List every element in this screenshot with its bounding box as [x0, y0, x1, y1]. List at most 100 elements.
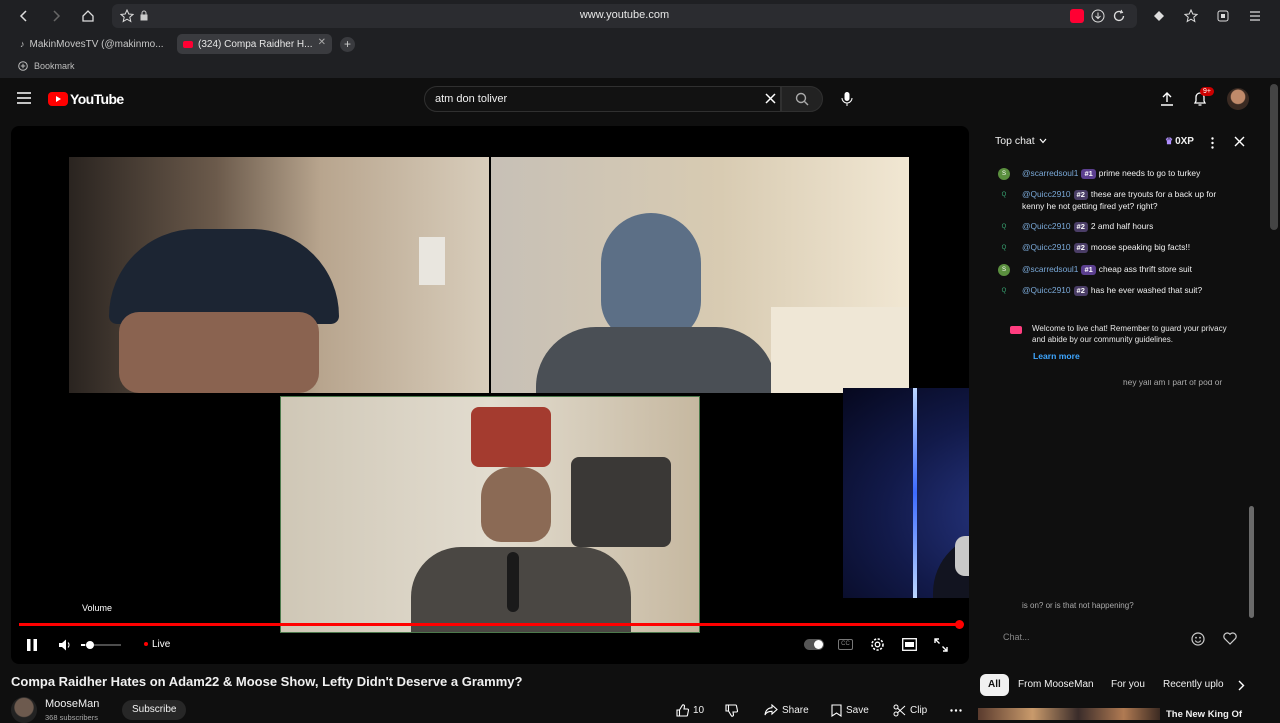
subscribe-button[interactable]: Subscribe	[122, 700, 187, 720]
page-scrollbar[interactable]	[1270, 84, 1278, 230]
tiktok-icon: ♪	[20, 39, 25, 49]
chip-from-channel[interactable]: From MooseMan	[1010, 674, 1102, 696]
xp-indicator[interactable]: ♛ 0XP	[1165, 136, 1194, 147]
search-input[interactable]: atm don toliver	[424, 86, 781, 112]
live-label[interactable]: Live	[152, 639, 170, 650]
download-icon[interactable]	[1091, 9, 1105, 23]
youtube-extension-icon[interactable]	[1070, 9, 1084, 23]
tab-compa-raidher[interactable]: (324) Compa Raidher H... ✕	[177, 34, 332, 54]
chat-input[interactable]: Chat...	[994, 625, 1194, 649]
create-upload-icon[interactable]	[1160, 91, 1174, 107]
chat-text: has he ever washed that suit?	[1090, 285, 1203, 295]
webcam-overlay	[843, 388, 969, 598]
crown-icon: ♛	[1165, 136, 1174, 146]
avatar[interactable]	[1227, 88, 1249, 110]
like-count: 10	[693, 704, 705, 716]
chat-text: moose speaking big facts!!	[1090, 242, 1191, 252]
rank-badge: #2	[1073, 222, 1088, 232]
add-bookmark-icon[interactable]	[18, 61, 28, 71]
tab-label: MakinMovesTV (@makinmo...	[29, 38, 164, 50]
save-label: Save	[846, 704, 869, 716]
chat-avatar: S	[998, 264, 1010, 276]
chat-author[interactable]: @Quicc2910	[1022, 242, 1071, 252]
recommended-thumbnail[interactable]	[978, 708, 1160, 720]
address-bar[interactable]: www.youtube.com	[112, 4, 1137, 28]
chevron-right-icon[interactable]	[1237, 680, 1245, 691]
bookmark-label[interactable]: Bookmark	[34, 61, 75, 71]
search-button[interactable]	[781, 86, 823, 112]
menu-icon[interactable]	[1248, 9, 1262, 23]
share-button[interactable]: Share	[764, 700, 809, 720]
youtube-badge-icon	[1010, 326, 1022, 334]
chat-avatar: Q	[1001, 224, 1007, 230]
back-icon[interactable]	[14, 6, 34, 26]
dislike-button[interactable]	[725, 700, 738, 720]
chat-message[interactable]: S @scarredsoul1 #1 cheap ass thrift store …	[998, 263, 1238, 276]
chat-author[interactable]: @scarredsoul1	[1022, 264, 1078, 274]
autoplay-toggle[interactable]	[804, 639, 824, 650]
clear-search-icon[interactable]	[765, 93, 776, 104]
url-text: www.youtube.com	[579, 9, 670, 21]
home-icon[interactable]	[78, 6, 98, 26]
chip-recently-uploaded[interactable]: Recently uplo	[1155, 674, 1227, 696]
like-button[interactable]: 10	[676, 700, 704, 720]
heart-icon[interactable]	[1223, 632, 1237, 645]
chip-for-you[interactable]: For you	[1103, 674, 1153, 696]
top-chat-dropdown[interactable]: Top chat	[995, 135, 1047, 147]
progress-track[interactable]	[19, 623, 961, 626]
captions-icon[interactable]: CC	[838, 639, 853, 650]
close-chat-icon[interactable]	[1234, 136, 1245, 147]
favorites-icon[interactable]	[1184, 9, 1198, 23]
thumbs-down-icon	[725, 703, 738, 717]
forward-icon[interactable]	[46, 6, 66, 26]
share-icon	[764, 704, 778, 716]
chat-message[interactable]: Q @Quicc2910 #2 these are tryouts for a ba…	[1002, 188, 1238, 212]
chat-author[interactable]: @Quicc2910	[1022, 285, 1071, 295]
chip-all[interactable]: All	[980, 674, 1009, 696]
close-tab-icon[interactable]: ✕	[318, 37, 326, 48]
volume-icon[interactable]	[58, 638, 72, 652]
chat-message[interactable]: Q @Quicc2910 #2 moose speaking big facts!!	[1002, 241, 1238, 253]
collections-icon[interactable]	[1216, 9, 1230, 23]
settings-gear-icon[interactable]	[870, 637, 885, 652]
video-player[interactable]: Volume Live CC	[11, 126, 969, 664]
channel-avatar[interactable]	[11, 697, 37, 723]
pause-icon[interactable]	[26, 638, 38, 652]
wall-paper-shape	[419, 237, 445, 285]
learn-more-link[interactable]: Learn more	[1033, 351, 1080, 361]
more-actions-icon[interactable]	[950, 700, 962, 720]
youtube-masthead: YouTube atm don toliver 9+	[0, 78, 1280, 122]
emoji-icon[interactable]	[1191, 632, 1205, 646]
chat-message[interactable]: Q @Quicc2910 #2 2 amd half hours	[1002, 220, 1238, 232]
save-bookmark-icon	[831, 703, 842, 717]
subscriber-count: 368 subscribers	[45, 713, 98, 722]
toggle-knob	[814, 640, 823, 649]
fullscreen-icon[interactable]	[934, 638, 948, 652]
chat-author[interactable]: @Quicc2910	[1022, 189, 1071, 199]
chat-message[interactable]: S @scarredsoul1 #1 prime needs to go to tu…	[998, 167, 1238, 180]
chat-message[interactable]: Q @Quicc2910 #2 has he ever washed that su…	[1002, 284, 1238, 296]
youtube-logo[interactable]: YouTube	[48, 91, 124, 107]
chat-author[interactable]: @scarredsoul1	[1022, 168, 1078, 178]
chat-scrollbar[interactable]	[1249, 506, 1254, 618]
chat-author[interactable]: @Quicc2910	[1022, 221, 1071, 231]
youtube-logo-text: YouTube	[70, 91, 124, 107]
more-options-icon[interactable]	[1211, 137, 1214, 149]
microphone-icon[interactable]	[841, 91, 853, 107]
scrubber-handle[interactable]	[955, 620, 964, 629]
extensions-icon[interactable]	[1152, 9, 1166, 23]
new-tab-icon[interactable]: +	[340, 37, 355, 52]
partial-text: is on? or is that not happening?	[1022, 601, 1134, 610]
reload-icon[interactable]	[1112, 9, 1126, 23]
video-feed-top-right	[491, 157, 909, 393]
miniplayer-icon[interactable]	[902, 638, 917, 651]
clip-button[interactable]: Clip	[893, 700, 927, 720]
channel-name[interactable]: MooseMan	[45, 698, 99, 710]
tab-makinmovestv[interactable]: ♪ MakinMovesTV (@makinmo...	[14, 34, 169, 54]
volume-handle[interactable]	[86, 641, 94, 649]
rank-badge: #2	[1073, 286, 1088, 296]
save-button[interactable]: Save	[831, 700, 869, 720]
hamburger-menu-icon[interactable]	[17, 92, 31, 104]
recommended-title[interactable]: The New King Of	[1166, 709, 1242, 720]
chat-avatar: Q	[1001, 245, 1007, 251]
